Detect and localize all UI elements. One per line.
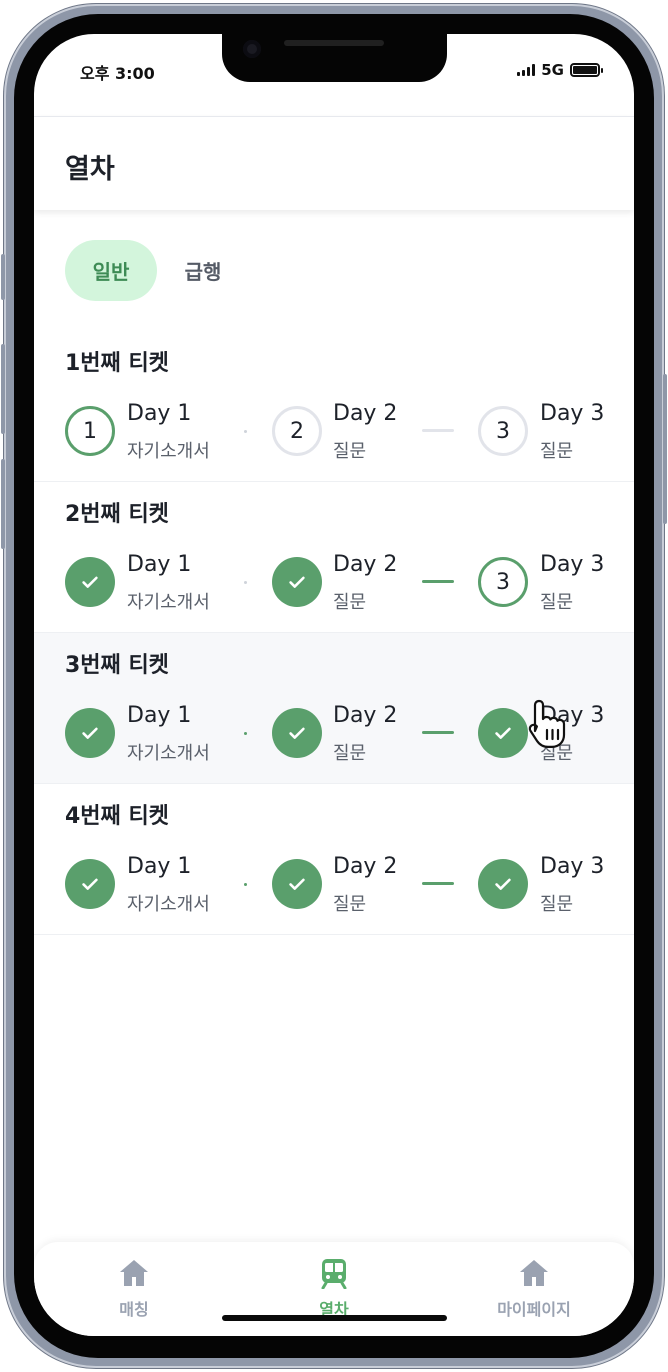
check-icon [478,859,528,909]
step-connector [422,580,454,583]
status-indicators: 5G [517,61,603,79]
power-button [663,374,667,524]
step-topic: 질문 [540,592,574,613]
step-day-label: Day 1 [127,854,192,879]
step-connector [422,882,454,885]
page-title: 열차 [65,154,115,185]
step-day3-indicator: 3 [478,406,528,456]
train-icon [317,1256,351,1290]
step-topic: 자기소개서 [127,894,210,915]
hand-cursor-icon [528,699,566,748]
ticket-card[interactable]: 4번째 티켓 Day 1 자기소개서 Day 2 질문 Day 3 질문 [34,784,634,935]
step-day-label: Day 2 [333,703,398,728]
camera-icon [243,40,261,58]
step-day-label: Day 2 [333,401,398,426]
segment-express[interactable]: 급행 [157,240,249,301]
step-topic: 자기소개서 [127,441,210,462]
home-icon [517,1256,551,1290]
step-topic: 질문 [333,441,367,462]
home-icon [117,1256,151,1290]
home-indicator [222,1315,447,1321]
tab-train[interactable]: 열차 [254,1256,414,1320]
ticket-title: 4번째 티켓 [65,804,169,829]
check-icon [272,859,322,909]
train-type-segments: 일반 급행 [65,240,249,301]
step-connector [422,731,454,734]
bottom-tab-bar: 매칭 열차 마이페이지 [34,1242,634,1336]
step-day3-indicator: 3 [478,557,528,607]
segment-general[interactable]: 일반 [65,240,157,301]
ticket-title: 2번째 티켓 [65,502,169,527]
ticket-title: 1번째 티켓 [65,351,169,376]
status-time: 오후 3:00 [80,64,155,83]
screen: 오후 3:00 5G 열차 일반 급행 1번째 티켓 1 Day 1 자기소개서… [34,34,634,1336]
ticket-card[interactable]: 1번째 티켓 1 Day 1 자기소개서 2 Day 2 질문 3 Day 3 … [34,331,634,482]
step-day-label: Day 1 [127,552,192,577]
step-day2-indicator: 2 [272,406,322,456]
tab-label: 매칭 [119,1300,149,1319]
tab-label: 마이페이지 [497,1300,571,1319]
app-header: 열차 [34,116,634,210]
speaker-grille [284,40,384,46]
check-icon [272,708,322,758]
step-connector [244,581,247,584]
check-icon [478,708,528,758]
volume-up-button [1,344,5,434]
signal-icon [517,64,536,76]
step-day-label: Day 1 [127,703,192,728]
step-day-label: Day 3 [540,854,605,879]
step-day-label: Day 2 [333,552,398,577]
step-topic: 자기소개서 [127,592,210,613]
notch [222,34,447,82]
step-topic: 질문 [333,743,367,764]
step-topic: 질문 [333,592,367,613]
step-connector [244,732,247,735]
battery-icon [570,63,603,77]
check-icon [65,859,115,909]
step-topic: 질문 [540,894,574,915]
ticket-title: 3번째 티켓 [65,653,169,678]
tab-mypage[interactable]: 마이페이지 [454,1256,614,1320]
step-topic: 자기소개서 [127,743,210,764]
step-topic: 질문 [333,894,367,915]
step-connector [244,883,247,886]
tab-matching[interactable]: 매칭 [54,1256,214,1320]
ticket-card[interactable]: 2번째 티켓 Day 1 자기소개서 Day 2 질문 3 Day 3 질문 [34,482,634,633]
volume-down-button [1,459,5,549]
network-type: 5G [541,61,564,79]
check-icon [272,557,322,607]
step-day-label: Day 1 [127,401,192,426]
step-connector [422,429,454,432]
step-topic: 질문 [540,441,574,462]
step-day-label: Day 3 [540,401,605,426]
step-day-label: Day 2 [333,854,398,879]
step-connector [244,430,247,433]
step-day-label: Day 3 [540,552,605,577]
check-icon [65,708,115,758]
step-day1-indicator: 1 [65,406,115,456]
check-icon [65,557,115,607]
mute-switch [1,254,5,300]
